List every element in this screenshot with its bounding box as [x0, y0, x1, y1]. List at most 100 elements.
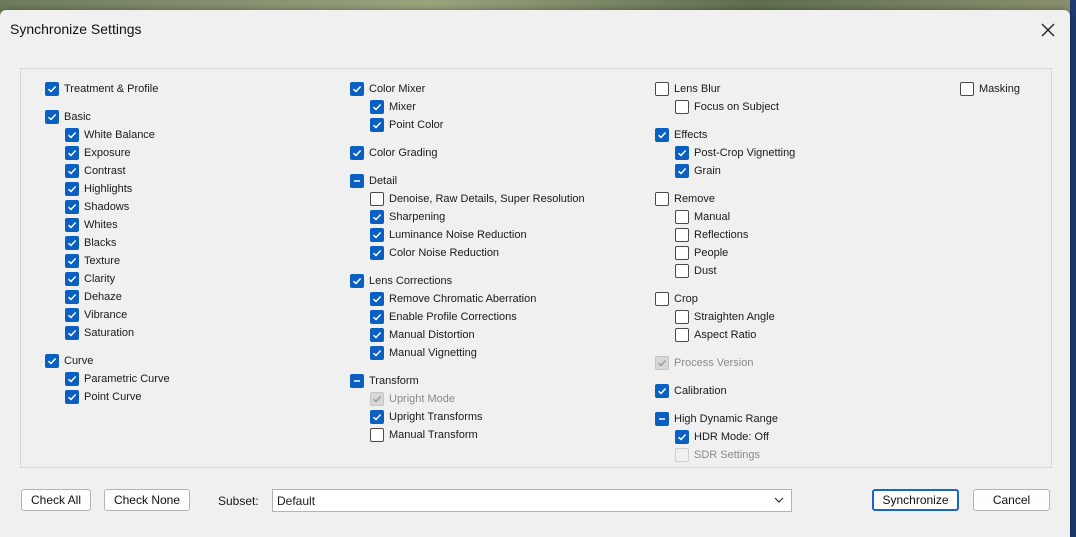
subset-select[interactable]: Default	[272, 489, 792, 512]
checked-checkbox-icon[interactable]	[370, 228, 384, 242]
setting-reflections[interactable]: Reflections	[675, 227, 748, 243]
setting-saturation[interactable]: Saturation	[65, 325, 134, 341]
setting-white-balance[interactable]: White Balance	[65, 127, 155, 143]
setting-effects[interactable]: Effects	[655, 127, 707, 143]
checked-checkbox-icon[interactable]	[45, 354, 59, 368]
checked-checkbox-icon[interactable]	[370, 328, 384, 342]
checked-checkbox-icon[interactable]	[65, 128, 79, 142]
setting-manual-vignetting[interactable]: Manual Vignetting	[370, 345, 477, 361]
unchecked-checkbox-icon[interactable]	[370, 428, 384, 442]
checked-checkbox-icon[interactable]	[65, 164, 79, 178]
unchecked-checkbox-icon[interactable]	[675, 310, 689, 324]
setting-manual[interactable]: Manual	[675, 209, 730, 225]
checked-checkbox-icon[interactable]	[370, 118, 384, 132]
checked-checkbox-icon[interactable]	[65, 236, 79, 250]
unchecked-checkbox-icon[interactable]	[655, 292, 669, 306]
setting-whites[interactable]: Whites	[65, 217, 118, 233]
checked-checkbox-icon[interactable]	[370, 210, 384, 224]
checked-checkbox-icon[interactable]	[675, 430, 689, 444]
checked-checkbox-icon[interactable]	[675, 146, 689, 160]
setting-curve[interactable]: Curve	[45, 353, 93, 369]
unchecked-checkbox-icon[interactable]	[370, 192, 384, 206]
checked-checkbox-icon[interactable]	[675, 164, 689, 178]
checked-checkbox-icon[interactable]	[65, 218, 79, 232]
partial-checkbox-icon[interactable]	[350, 374, 364, 388]
setting-remove-chromatic-aberration[interactable]: Remove Chromatic Aberration	[370, 291, 536, 307]
checked-checkbox-icon[interactable]	[65, 182, 79, 196]
check-none-button[interactable]: Check None	[104, 489, 190, 511]
checked-checkbox-icon[interactable]	[350, 274, 364, 288]
setting-color-mixer[interactable]: Color Mixer	[350, 81, 425, 97]
setting-enable-profile-corrections[interactable]: Enable Profile Corrections	[370, 309, 517, 325]
setting-crop[interactable]: Crop	[655, 291, 698, 307]
setting-masking[interactable]: Masking	[960, 81, 1020, 97]
setting-mixer[interactable]: Mixer	[370, 99, 416, 115]
checked-checkbox-icon[interactable]	[45, 110, 59, 124]
setting-contrast[interactable]: Contrast	[65, 163, 126, 179]
setting-denoise-raw-details-super-resolution[interactable]: Denoise, Raw Details, Super Resolution	[370, 191, 585, 207]
unchecked-checkbox-icon[interactable]	[960, 82, 974, 96]
setting-clarity[interactable]: Clarity	[65, 271, 115, 287]
partial-checkbox-icon[interactable]	[655, 412, 669, 426]
setting-grain[interactable]: Grain	[675, 163, 721, 179]
setting-point-curve[interactable]: Point Curve	[65, 389, 141, 405]
setting-post-crop-vignetting[interactable]: Post-Crop Vignetting	[675, 145, 795, 161]
checked-checkbox-icon[interactable]	[370, 346, 384, 360]
setting-calibration[interactable]: Calibration	[655, 383, 727, 399]
check-all-button[interactable]: Check All	[21, 489, 91, 511]
setting-basic[interactable]: Basic	[45, 109, 91, 125]
setting-straighten-angle[interactable]: Straighten Angle	[675, 309, 775, 325]
setting-texture[interactable]: Texture	[65, 253, 120, 269]
setting-lens-blur[interactable]: Lens Blur	[655, 81, 720, 97]
unchecked-checkbox-icon[interactable]	[675, 264, 689, 278]
setting-luminance-noise-reduction[interactable]: Luminance Noise Reduction	[370, 227, 527, 243]
setting-shadows[interactable]: Shadows	[65, 199, 129, 215]
checked-checkbox-icon[interactable]	[65, 272, 79, 286]
partial-checkbox-icon[interactable]	[350, 174, 364, 188]
unchecked-checkbox-icon[interactable]	[675, 100, 689, 114]
setting-color-noise-reduction[interactable]: Color Noise Reduction	[370, 245, 499, 261]
setting-people[interactable]: People	[675, 245, 728, 261]
setting-dust[interactable]: Dust	[675, 263, 717, 279]
unchecked-checkbox-icon[interactable]	[675, 328, 689, 342]
checked-checkbox-icon[interactable]	[370, 246, 384, 260]
unchecked-checkbox-icon[interactable]	[655, 192, 669, 206]
setting-upright-transforms[interactable]: Upright Transforms	[370, 409, 483, 425]
checked-checkbox-icon[interactable]	[655, 128, 669, 142]
setting-high-dynamic-range[interactable]: High Dynamic Range	[655, 411, 778, 427]
checked-checkbox-icon[interactable]	[350, 82, 364, 96]
setting-manual-distortion[interactable]: Manual Distortion	[370, 327, 475, 343]
setting-vibrance[interactable]: Vibrance	[65, 307, 127, 323]
setting-blacks[interactable]: Blacks	[65, 235, 116, 251]
setting-point-color[interactable]: Point Color	[370, 117, 443, 133]
unchecked-checkbox-icon[interactable]	[655, 82, 669, 96]
setting-sharpening[interactable]: Sharpening	[370, 209, 445, 225]
setting-parametric-curve[interactable]: Parametric Curve	[65, 371, 170, 387]
checked-checkbox-icon[interactable]	[655, 384, 669, 398]
unchecked-checkbox-icon[interactable]	[675, 210, 689, 224]
checked-checkbox-icon[interactable]	[370, 310, 384, 324]
close-button[interactable]	[1036, 19, 1060, 41]
checked-checkbox-icon[interactable]	[65, 390, 79, 404]
setting-remove[interactable]: Remove	[655, 191, 715, 207]
checked-checkbox-icon[interactable]	[45, 82, 59, 96]
checked-checkbox-icon[interactable]	[370, 100, 384, 114]
checked-checkbox-icon[interactable]	[65, 200, 79, 214]
setting-focus-on-subject[interactable]: Focus on Subject	[675, 99, 779, 115]
checked-checkbox-icon[interactable]	[65, 372, 79, 386]
unchecked-checkbox-icon[interactable]	[675, 228, 689, 242]
setting-transform[interactable]: Transform	[350, 373, 419, 389]
setting-aspect-ratio[interactable]: Aspect Ratio	[675, 327, 756, 343]
setting-lens-corrections[interactable]: Lens Corrections	[350, 273, 452, 289]
setting-exposure[interactable]: Exposure	[65, 145, 130, 161]
setting-hdr-mode-off[interactable]: HDR Mode: Off	[675, 429, 769, 445]
unchecked-checkbox-icon[interactable]	[675, 246, 689, 260]
setting-detail[interactable]: Detail	[350, 173, 397, 189]
checked-checkbox-icon[interactable]	[65, 146, 79, 160]
checked-checkbox-icon[interactable]	[65, 290, 79, 304]
synchronize-button[interactable]: Synchronize	[872, 489, 959, 511]
setting-highlights[interactable]: Highlights	[65, 181, 132, 197]
checked-checkbox-icon[interactable]	[350, 146, 364, 160]
checked-checkbox-icon[interactable]	[65, 254, 79, 268]
checked-checkbox-icon[interactable]	[370, 410, 384, 424]
